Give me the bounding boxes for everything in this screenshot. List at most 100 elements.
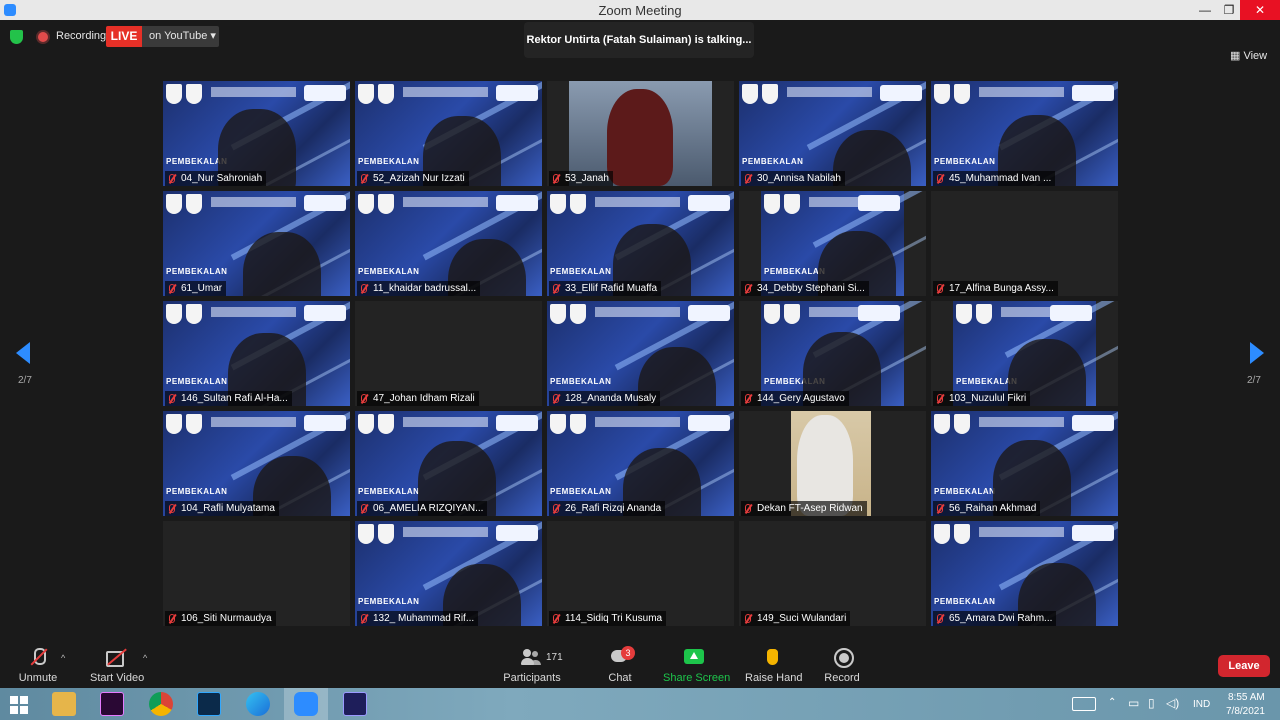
clock-date[interactable]: 7/8/2021 bbox=[1226, 706, 1265, 717]
participant-nameplate: 128_Ananda Musaly bbox=[549, 391, 661, 406]
input-language[interactable]: IND bbox=[1193, 699, 1210, 710]
participant-name: 06_AMELIA RIZQIYAN... bbox=[373, 503, 484, 514]
premiere-pro-icon[interactable] bbox=[100, 692, 124, 716]
university-logos-icon bbox=[166, 414, 206, 436]
shield-icon[interactable] bbox=[10, 30, 23, 44]
participant-nameplate: 132_ Muhammad Rif... bbox=[357, 611, 479, 626]
participant-tile[interactable]: PEMBEKALAN 52_Azizah Nur Izzati bbox=[355, 81, 542, 186]
participant-tile[interactable]: PEMBEKALAN 144_Gery Agustavo bbox=[739, 301, 926, 406]
video-options-caret[interactable]: ^ bbox=[143, 653, 147, 663]
slide-banner bbox=[211, 417, 296, 427]
slide-banner bbox=[595, 307, 680, 317]
participant-tile[interactable]: 53_Janah bbox=[547, 81, 734, 186]
app-taskbar-icon[interactable] bbox=[343, 692, 367, 716]
participant-tile[interactable]: PEMBEKALAN 56_Raihan Akhmad bbox=[931, 411, 1118, 516]
muted-microphone-icon bbox=[169, 284, 175, 293]
university-logos-icon bbox=[934, 524, 974, 546]
participant-name: 52_Azizah Nur Izzati bbox=[373, 173, 465, 184]
participant-tile[interactable]: PEMBEKALAN 04_Nur Sahroniah bbox=[163, 81, 350, 186]
participant-tile[interactable]: PEMBEKALAN 30_Annisa Nabilah bbox=[739, 81, 926, 186]
recording-label[interactable]: Recording bbox=[56, 30, 106, 42]
file-explorer-icon[interactable] bbox=[52, 692, 76, 716]
participants-icon bbox=[521, 648, 541, 666]
grid-icon: ▦ bbox=[1230, 50, 1241, 62]
slide-caption: PEMBEKALAN bbox=[358, 487, 420, 496]
participant-tile[interactable]: PEMBEKALAN 61_Umar bbox=[163, 191, 350, 296]
participant-tile[interactable]: PEMBEKALAN 26_Rafi Rizqi Ananda bbox=[547, 411, 734, 516]
previous-page-arrow-icon[interactable] bbox=[16, 342, 30, 364]
participant-tile[interactable]: 149_Suci Wulandari bbox=[739, 521, 926, 626]
participant-nameplate: 26_Rafi Rizqi Ananda bbox=[549, 501, 666, 516]
university-logos-icon bbox=[166, 84, 206, 106]
participant-nameplate: 52_Azizah Nur Izzati bbox=[357, 171, 469, 186]
raise-hand-button[interactable]: Raise Hand bbox=[745, 648, 803, 684]
university-logos-icon bbox=[358, 84, 398, 106]
live-destination-dropdown[interactable]: on YouTube ▾ bbox=[142, 26, 219, 47]
kampus-merdeka-logo-icon bbox=[1050, 305, 1092, 321]
kampus-merdeka-logo-icon bbox=[304, 415, 346, 431]
network-icon[interactable]: ▭ bbox=[1128, 696, 1139, 710]
kampus-merdeka-logo-icon bbox=[496, 525, 538, 541]
slide-banner bbox=[403, 87, 488, 97]
participant-tile[interactable]: PEMBEKALAN 128_Ananda Musaly bbox=[547, 301, 734, 406]
participant-tile[interactable]: PEMBEKALAN 65_Amara Dwi Rahm... bbox=[931, 521, 1118, 626]
participant-tile[interactable]: PEMBEKALAN 146_Sultan Rafi Al-Ha... bbox=[163, 301, 350, 406]
participant-tile[interactable]: 106_Siti Nurmaudya bbox=[163, 521, 350, 626]
chrome-icon[interactable] bbox=[149, 692, 173, 716]
leave-button[interactable]: Leave bbox=[1218, 655, 1270, 677]
windows-start-icon[interactable] bbox=[10, 696, 28, 714]
participant-nameplate: 114_Sidiq Tri Kusuma bbox=[549, 611, 667, 626]
participant-count: 171 bbox=[546, 652, 563, 663]
kampus-merdeka-logo-icon bbox=[496, 415, 538, 431]
unmute-button[interactable]: Unmute bbox=[18, 648, 58, 684]
battery-icon[interactable]: ▯ bbox=[1148, 696, 1155, 710]
participant-name: 103_Nuzulul Fikri bbox=[949, 393, 1027, 404]
close-button[interactable]: ✕ bbox=[1240, 0, 1280, 20]
slide-caption: PEMBEKALAN bbox=[166, 487, 228, 496]
photoshop-icon[interactable] bbox=[197, 692, 221, 716]
participant-tile[interactable]: PEMBEKALAN 34_Debby Stephani Si... bbox=[739, 191, 926, 296]
tray-expand-icon[interactable]: ⌃ bbox=[1108, 697, 1116, 708]
zoom-taskbar-icon[interactable] bbox=[294, 692, 318, 716]
participant-tile[interactable]: PEMBEKALAN 06_AMELIA RIZQIYAN... bbox=[355, 411, 542, 516]
start-video-button[interactable]: Start Video bbox=[90, 648, 144, 684]
edge-icon[interactable] bbox=[246, 692, 270, 716]
clock-time[interactable]: 8:55 AM bbox=[1228, 692, 1265, 703]
participant-name: 132_ Muhammad Rif... bbox=[373, 613, 475, 624]
participant-tile[interactable]: 114_Sidiq Tri Kusuma bbox=[547, 521, 734, 626]
participant-tile[interactable]: PEMBEKALAN 132_ Muhammad Rif... bbox=[355, 521, 542, 626]
participant-tile[interactable]: 17_Alfina Bunga Assy... bbox=[931, 191, 1118, 296]
slide-banner bbox=[979, 87, 1064, 97]
participant-tile[interactable]: PEMBEKALAN 33_Ellif Rafid Muaffa bbox=[547, 191, 734, 296]
slide-banner bbox=[979, 527, 1064, 537]
window-titlebar: Zoom Meeting — ❐ ✕ bbox=[0, 0, 1280, 20]
participant-tile[interactable]: PEMBEKALAN 11_khaidar badrussal... bbox=[355, 191, 542, 296]
university-logos-icon bbox=[956, 304, 996, 326]
talking-banner: Rektor Untirta (Fatah Sulaiman) is talki… bbox=[524, 22, 754, 58]
next-page-arrow-icon[interactable] bbox=[1250, 342, 1264, 364]
share-screen-button[interactable]: Share Screen bbox=[663, 648, 730, 684]
view-label: View bbox=[1243, 50, 1268, 62]
university-logos-icon bbox=[550, 304, 590, 326]
participant-name: 30_Annisa Nabilah bbox=[757, 173, 841, 184]
participant-tile[interactable]: PEMBEKALAN 103_Nuzulul Fikri bbox=[931, 301, 1118, 406]
audio-options-caret[interactable]: ^ bbox=[61, 653, 65, 663]
view-button[interactable]: ▦ View bbox=[1230, 49, 1267, 62]
kampus-merdeka-logo-icon bbox=[1072, 85, 1114, 101]
participant-tile[interactable]: PEMBEKALAN 45_Muhammad Ivan ... bbox=[931, 81, 1118, 186]
record-button[interactable]: Record bbox=[824, 648, 860, 684]
participant-nameplate: 56_Raihan Akhmad bbox=[933, 501, 1041, 516]
participant-tile[interactable]: 47_Johan Idham Rizali bbox=[355, 301, 542, 406]
muted-microphone-icon bbox=[553, 284, 559, 293]
participant-nameplate: 34_Debby Stephani Si... bbox=[741, 281, 869, 296]
participant-name: 128_Ananda Musaly bbox=[565, 393, 657, 404]
kampus-merdeka-logo-icon bbox=[304, 85, 346, 101]
live-badge: LIVE bbox=[106, 26, 142, 47]
participant-tile[interactable]: PEMBEKALAN 104_Rafli Mulyatama bbox=[163, 411, 350, 516]
muted-microphone-icon bbox=[745, 394, 751, 403]
keyboard-icon[interactable] bbox=[1072, 697, 1096, 711]
participant-tile[interactable]: Dekan FT-Asep Ridwan bbox=[739, 411, 926, 516]
volume-icon[interactable]: ◁) bbox=[1166, 696, 1179, 710]
university-logos-icon bbox=[358, 194, 398, 216]
raise-hand-label: Raise Hand bbox=[745, 672, 803, 684]
